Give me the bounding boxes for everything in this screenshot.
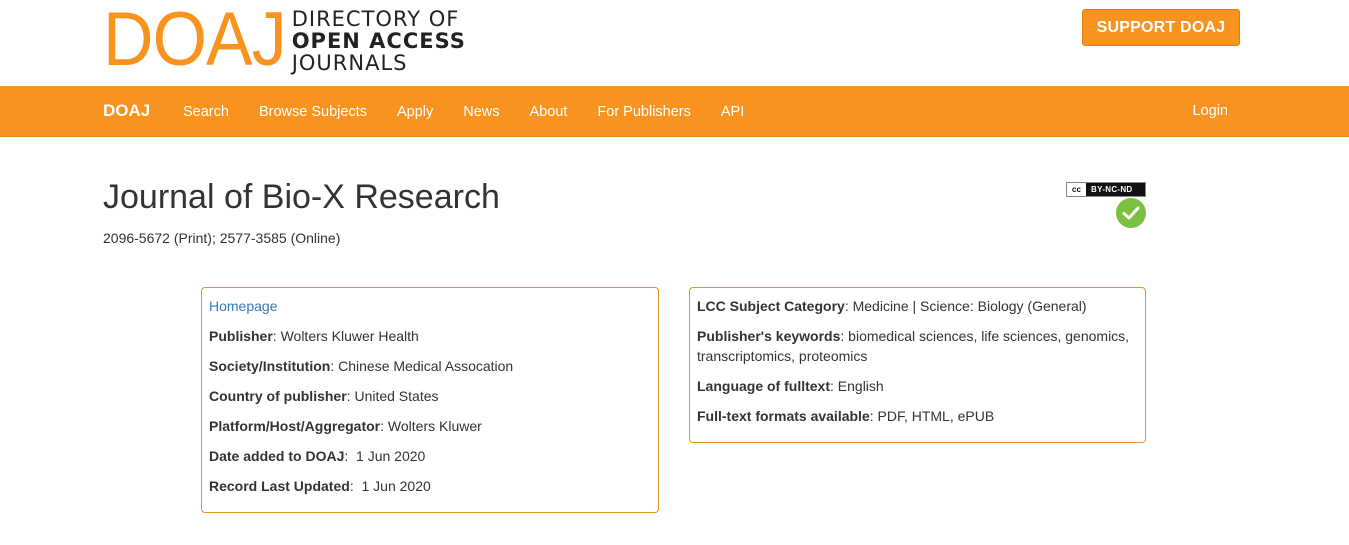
login-link[interactable]: Login	[1193, 103, 1228, 119]
license-badge[interactable]: cc BY-NC-ND	[1066, 182, 1146, 197]
logo-text: DIRECTORY OF OPEN ACCESS JOURNALS	[292, 8, 466, 74]
detail-value: Medicine | Science: Biology (General)	[852, 298, 1087, 314]
nav-item-apply[interactable]: Apply	[382, 104, 448, 120]
detail-label: Date added to DOAJ	[209, 448, 345, 464]
detail-label: Country of publisher	[209, 388, 347, 404]
detail-row-society: Society/Institution: Chinese Medical Ass…	[209, 356, 651, 376]
logo-line-3: JOURNALS	[291, 51, 408, 75]
nav-brand[interactable]: DOAJ	[103, 101, 150, 121]
detail-label: Record Last Updated	[209, 478, 350, 494]
detail-value: United States	[354, 388, 439, 404]
detail-label: Publisher's keywords	[697, 328, 841, 344]
detail-value: Wolters Kluwer	[387, 418, 482, 434]
doaj-logo[interactable]: DOAJ DIRECTORY OF OPEN ACCESS JOURNALS	[103, 0, 466, 82]
detail-row-last-updated: Record Last Updated: 1 Jun 2020	[209, 476, 651, 496]
detail-label: Language of fulltext	[697, 378, 830, 394]
detail-value: 1 Jun 2020	[356, 448, 426, 464]
detail-label: Platform/Host/Aggregator	[209, 418, 381, 434]
nav-item-about[interactable]: About	[515, 104, 583, 120]
detail-row-keywords: Publisher's keywords: biomedical science…	[697, 326, 1138, 366]
nav-item-for-publishers[interactable]: For Publishers	[582, 104, 705, 120]
nav-item-api[interactable]: API	[706, 104, 759, 120]
detail-label: Publisher	[209, 328, 273, 344]
detail-row-language: Language of fulltext: English	[697, 376, 1138, 396]
license-label: BY-NC-ND	[1091, 185, 1133, 194]
homepage-row: Homepage	[209, 296, 651, 316]
logo-line-1: DIRECTORY OF	[291, 7, 460, 31]
top-header: DOAJ DIRECTORY OF OPEN ACCESS JOURNALS S…	[0, 0, 1349, 86]
detail-row-publisher: Publisher: Wolters Kluwer Health	[209, 326, 651, 346]
detail-row-formats: Full-text formats available: PDF, HTML, …	[697, 406, 1138, 426]
detail-sep: :	[344, 448, 357, 464]
nav-item-news[interactable]: News	[448, 104, 514, 120]
homepage-link[interactable]: Homepage	[209, 298, 278, 314]
detail-row-country: Country of publisher: United States	[209, 386, 651, 406]
detail-sep: :	[840, 328, 849, 344]
cc-icon: cc	[1067, 183, 1087, 196]
logo-mark: DOAJ	[103, 0, 287, 82]
detail-label: LCC Subject Category	[697, 298, 845, 314]
detail-row-lcc-subject: LCC Subject Category: Medicine | Science…	[697, 296, 1138, 316]
detail-label: Full-text formats available	[697, 408, 870, 424]
journal-title: Journal of Bio-X Research	[103, 178, 500, 216]
detail-sep: :	[349, 478, 362, 494]
detail-value: PDF, HTML, ePUB	[877, 408, 995, 424]
journal-subject-panel: LCC Subject Category: Medicine | Science…	[689, 287, 1146, 443]
detail-row-platform: Platform/Host/Aggregator: Wolters Kluwer	[209, 416, 651, 436]
journal-issn: 2096-5672 (Print); 2577-3585 (Online)	[103, 230, 341, 246]
support-doaj-button[interactable]: SUPPORT DOAJ	[1082, 9, 1240, 46]
check-seal-icon	[1116, 198, 1146, 228]
nav-item-browse-subjects[interactable]: Browse Subjects	[244, 104, 382, 120]
detail-label: Society/Institution	[209, 358, 331, 374]
checkmark-icon	[1122, 206, 1140, 220]
detail-sep: :	[272, 328, 281, 344]
detail-sep: :	[869, 408, 878, 424]
nav-items: Search Browse Subjects Apply News About …	[168, 86, 759, 137]
detail-value: Wolters Kluwer Health	[280, 328, 419, 344]
detail-value: Chinese Medical Assocation	[338, 358, 514, 374]
detail-sep: :	[844, 298, 853, 314]
detail-row-date-added: Date added to DOAJ: 1 Jun 2020	[209, 446, 651, 466]
detail-value: English	[837, 378, 884, 394]
detail-value: 1 Jun 2020	[361, 478, 431, 494]
nav-item-search[interactable]: Search	[168, 104, 244, 120]
detail-sep: :	[330, 358, 339, 374]
main-navbar: DOAJ Search Browse Subjects Apply News A…	[0, 86, 1349, 137]
journal-details-panel: Homepage Publisher: Wolters Kluwer Healt…	[201, 287, 659, 513]
logo-line-2: OPEN ACCESS	[291, 29, 466, 53]
detail-sep: :	[380, 418, 388, 434]
detail-sep: :	[830, 378, 838, 394]
